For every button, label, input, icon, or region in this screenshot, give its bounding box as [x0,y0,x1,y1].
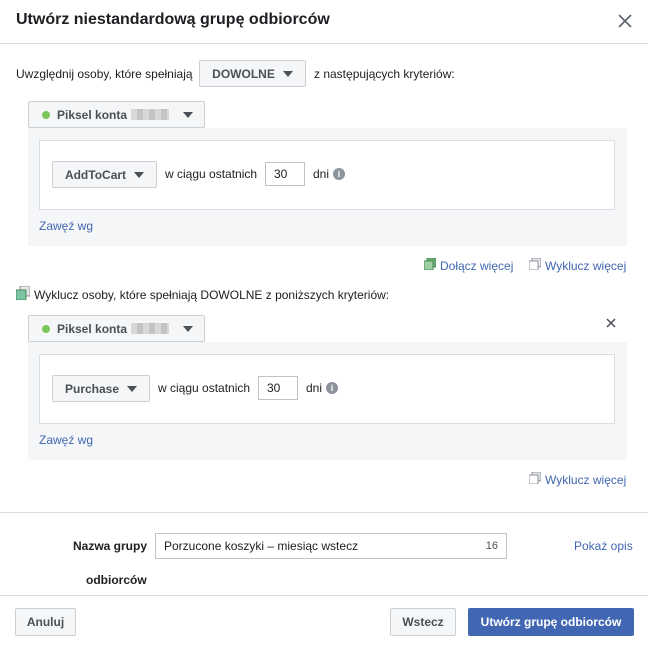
exclude-more-icon [529,472,541,484]
include-days-unit: dni [313,167,330,181]
char-count: 16 [485,540,498,552]
close-icon[interactable] [614,10,636,32]
exclude-more-link[interactable]: Wyklucz więcej [545,259,626,273]
include-source-select[interactable]: Piksel konta [28,101,205,128]
chevron-down-icon [134,171,145,178]
info-icon[interactable]: i [326,382,338,394]
redacted-account [131,109,170,120]
include-refine-link[interactable]: Zawęź wg [39,219,93,233]
back-button[interactable]: Wstecz [390,608,456,636]
dialog-title: Utwórz niestandardową grupę odbiorców [16,11,330,28]
create-audience-button[interactable]: Utwórz grupę odbiorców [468,608,634,636]
include-event-select[interactable]: AddToCart [52,161,157,188]
audience-name-label-2: odbiorców [86,573,147,587]
show-description-link[interactable]: Pokaż opis [574,539,633,553]
include-match-value: DOWOLNE [212,66,275,81]
exclude-source-select[interactable]: Piksel konta [28,315,205,342]
audience-name-input[interactable]: Porzucone koszyki – miesiąc wstecz 16 [155,533,507,559]
include-suffix: z następujących kryteriów: [314,67,455,81]
include-days-input[interactable]: 30 [265,162,305,186]
exclude-event-select[interactable]: Purchase [52,375,150,402]
dialog-header: Utwórz niestandardową grupę odbiorców [0,0,648,44]
info-icon[interactable]: i [333,168,345,180]
exclude-refine-link[interactable]: Zawęź wg [39,433,93,447]
remove-exclusion-icon[interactable] [604,316,618,330]
exclude-days-unit: dni [306,381,323,395]
audience-name-label: Nazwa grupy [73,539,148,553]
exclude-icon [16,286,30,300]
add-more-icon [424,258,436,270]
chevron-down-icon [127,385,138,392]
include-event-value: AddToCart [64,167,127,182]
exclude-source-label: Piksel konta [57,321,128,336]
footer-divider [0,595,648,596]
exclude-event-value: Purchase [64,381,120,396]
add-more-link[interactable]: Dołącz więcej [440,259,513,273]
chevron-down-icon [183,325,194,332]
cancel-button[interactable]: Anuluj [15,608,76,636]
chevron-down-icon [183,111,194,118]
include-source-label: Piksel konta [57,107,128,122]
include-within-label: w ciągu ostatnich [165,167,258,181]
chevron-down-icon [282,70,293,77]
exclude-more-link-2[interactable]: Wyklucz więcej [545,473,626,487]
exclude-within-label: w ciągu ostatnich [158,381,251,395]
audience-name-value: Porzucone koszyki – miesiąc wstecz [164,539,359,553]
include-match-select[interactable]: DOWOLNE [199,60,306,87]
status-dot [42,324,50,333]
include-prefix: Uwzględnij osoby, które spełniają [16,67,193,81]
status-dot [42,110,50,119]
exclude-more-icon [529,258,541,270]
redacted-account [131,323,170,334]
divider [0,512,648,513]
exclude-header-text: Wyklucz osoby, które spełniają DOWOLNE z… [34,288,390,302]
exclude-days-input[interactable]: 30 [258,376,298,400]
